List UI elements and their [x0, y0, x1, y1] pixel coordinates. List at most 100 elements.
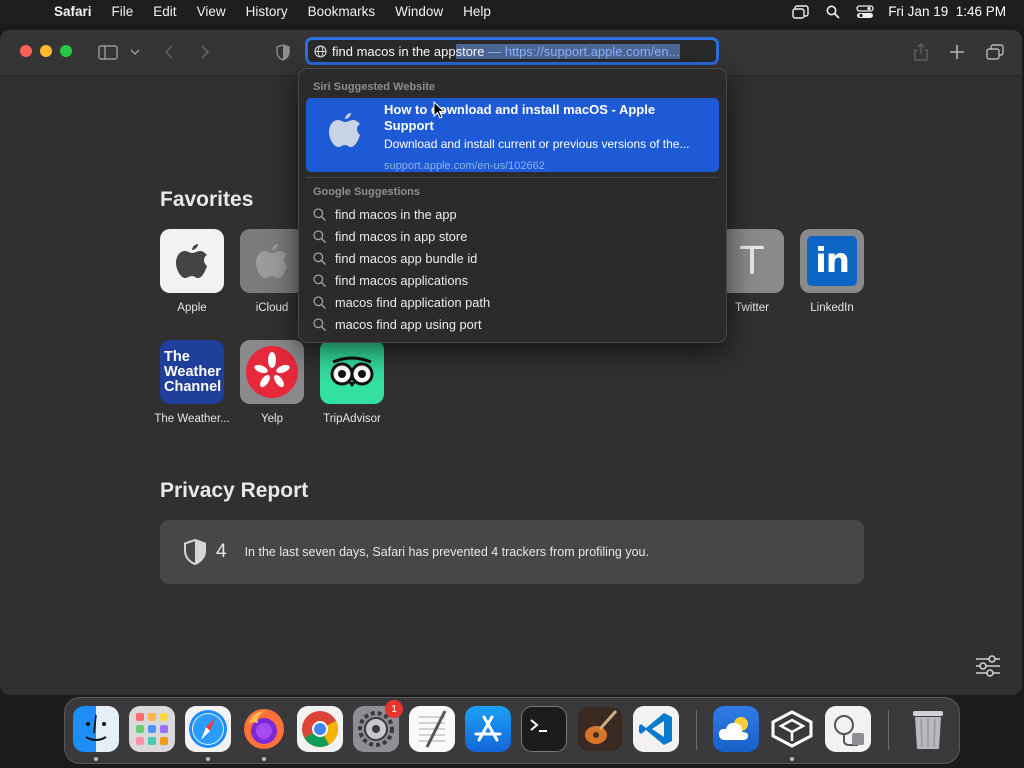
- sidebar-toggle-icon[interactable]: [96, 41, 120, 63]
- siri-suggestion-title: How to download and install macOS - Appl…: [384, 102, 656, 133]
- favorite-label: Yelp: [261, 413, 283, 425]
- safari-icon[interactable]: [185, 706, 231, 752]
- terminal-icon[interactable]: [521, 706, 567, 752]
- share-icon[interactable]: [912, 41, 930, 63]
- menubar-clock[interactable]: Fri Jan 19 1:46 PM: [888, 4, 1006, 19]
- menu-view[interactable]: View: [187, 4, 236, 19]
- suggestion-text: macos find application path: [335, 294, 491, 310]
- privacy-summary-text: In the last seven days, Safari has preve…: [244, 545, 649, 559]
- favorite-weather-channel[interactable]: The Weather Channel The Weather...: [152, 340, 232, 426]
- google-suggestion[interactable]: macos find app using port: [313, 313, 482, 335]
- google-suggestion[interactable]: macos find application path: [313, 291, 490, 313]
- suggestion-text: macos find app using port: [335, 316, 482, 332]
- tab-groups-chevron-icon[interactable]: [128, 41, 142, 63]
- siri-suggestion-url: support.apple.com/en-us/102662: [384, 160, 545, 172]
- address-bar[interactable]: find macos in the app store — https://su…: [305, 37, 719, 65]
- autocomplete-url: — https://support.apple.com/en...: [484, 43, 680, 59]
- magnifier-icon: [313, 251, 329, 265]
- suggestion-text: find macos in app store: [335, 228, 468, 244]
- favorite-apple[interactable]: Apple: [152, 229, 232, 315]
- forward-button-icon[interactable]: [196, 41, 214, 63]
- google-suggestion[interactable]: find macos app bundle id: [313, 247, 477, 269]
- favorite-yelp[interactable]: Yelp: [232, 340, 312, 426]
- dock-separator: [696, 710, 697, 750]
- notification-badge: 1: [385, 700, 403, 718]
- textedit-icon[interactable]: [409, 706, 455, 752]
- siri-suggestion-description: Download and install current or previous…: [384, 137, 690, 151]
- zoom-window-button[interactable]: [60, 45, 72, 57]
- suggestion-text: find macos in the app: [335, 206, 457, 222]
- address-autocomplete: store — https://support.apple.com/en...: [455, 43, 680, 59]
- garageband-icon[interactable]: [577, 706, 623, 752]
- stage-manager-icon[interactable]: [792, 4, 810, 20]
- search-suggestions-dropdown: Siri Suggested Website How to download a…: [298, 68, 727, 343]
- favorite-tripadvisor[interactable]: TripAdvisor: [312, 340, 392, 426]
- menu-bookmarks[interactable]: Bookmarks: [298, 4, 386, 19]
- back-button-icon[interactable]: [160, 41, 178, 63]
- menu-window[interactable]: Window: [385, 4, 453, 19]
- menu-app-safari[interactable]: Safari: [52, 4, 102, 19]
- menu-edit[interactable]: Edit: [143, 4, 186, 19]
- privacy-shield-icon[interactable]: [274, 41, 292, 63]
- launchpad-icon[interactable]: [129, 706, 175, 752]
- firefox-icon[interactable]: [241, 706, 287, 752]
- tracker-count: 4: [216, 541, 227, 562]
- privacy-report-card[interactable]: 4 In the last seven days, Safari has pre…: [160, 520, 864, 584]
- siri-suggested-website[interactable]: How to download and install macOS - Appl…: [306, 98, 719, 172]
- weather-icon[interactable]: [713, 706, 759, 752]
- weather-channel-logo-icon: The Weather Channel: [160, 340, 224, 404]
- mouse-pointer-icon: [433, 100, 446, 124]
- globe-icon: [314, 44, 327, 58]
- running-indicator: [262, 757, 266, 761]
- vscode-icon[interactable]: [633, 706, 679, 752]
- minimize-window-button[interactable]: [40, 45, 52, 57]
- favorites-title: Favorites: [160, 188, 254, 211]
- system-information-icon[interactable]: [825, 706, 871, 752]
- tripadvisor-owl-icon: [320, 340, 384, 404]
- google-suggestion[interactable]: find macos in app store: [313, 225, 467, 247]
- trash-icon[interactable]: [905, 706, 951, 752]
- siri-suggestion-header: Siri Suggested Website: [313, 81, 436, 93]
- linkedin-icon: in: [800, 229, 864, 293]
- new-tab-icon[interactable]: [948, 41, 966, 63]
- favorite-label: LinkedIn: [810, 302, 854, 314]
- menu-history[interactable]: History: [236, 4, 298, 19]
- running-indicator: [94, 757, 98, 761]
- chrome-icon[interactable]: [297, 706, 343, 752]
- apple-logo-icon: [160, 229, 224, 293]
- customize-start-page-icon[interactable]: [975, 655, 1001, 682]
- suggestion-text: find macos app bundle id: [335, 250, 478, 266]
- google-suggestion[interactable]: find macos applications: [313, 269, 468, 291]
- twitter-letter-icon: T: [720, 229, 784, 293]
- cube-app-icon[interactable]: [769, 706, 815, 752]
- control-center-icon[interactable]: [856, 4, 874, 20]
- icloud-apple-icon: [240, 229, 304, 293]
- autocomplete-text: store: [455, 43, 485, 59]
- menu-bar: Safari File Edit View History Bookmarks …: [0, 0, 1024, 23]
- favorite-label: Apple: [177, 302, 207, 314]
- magnifier-icon: [313, 207, 329, 221]
- finder-icon[interactable]: [73, 706, 119, 752]
- magnifier-icon: [313, 229, 329, 243]
- magnifier-icon: [313, 273, 329, 287]
- menu-help[interactable]: Help: [453, 4, 501, 19]
- privacy-shield-icon: [184, 539, 206, 565]
- app-store-icon[interactable]: [465, 706, 511, 752]
- yelp-icon: [240, 340, 304, 404]
- running-indicator: [206, 757, 210, 761]
- tab-overview-icon[interactable]: [985, 41, 1005, 63]
- weather-channel-logo-text: The Weather Channel: [164, 348, 222, 395]
- dock-separator: [888, 710, 889, 750]
- spotlight-search-icon[interactable]: [824, 4, 842, 20]
- magnifier-icon: [313, 317, 329, 331]
- google-suggestion[interactable]: find macos in the app: [313, 203, 457, 225]
- favorite-linkedin[interactable]: in LinkedIn: [792, 229, 872, 315]
- close-window-button[interactable]: [20, 45, 32, 57]
- favorite-label: TripAdvisor: [323, 413, 381, 425]
- address-typed-text: find macos in the app: [332, 43, 456, 59]
- dropdown-divider: [306, 177, 719, 178]
- dock: 1: [64, 697, 960, 764]
- running-indicator: [790, 757, 794, 761]
- menu-file[interactable]: File: [102, 4, 144, 19]
- favorite-label: The Weather...: [154, 413, 230, 425]
